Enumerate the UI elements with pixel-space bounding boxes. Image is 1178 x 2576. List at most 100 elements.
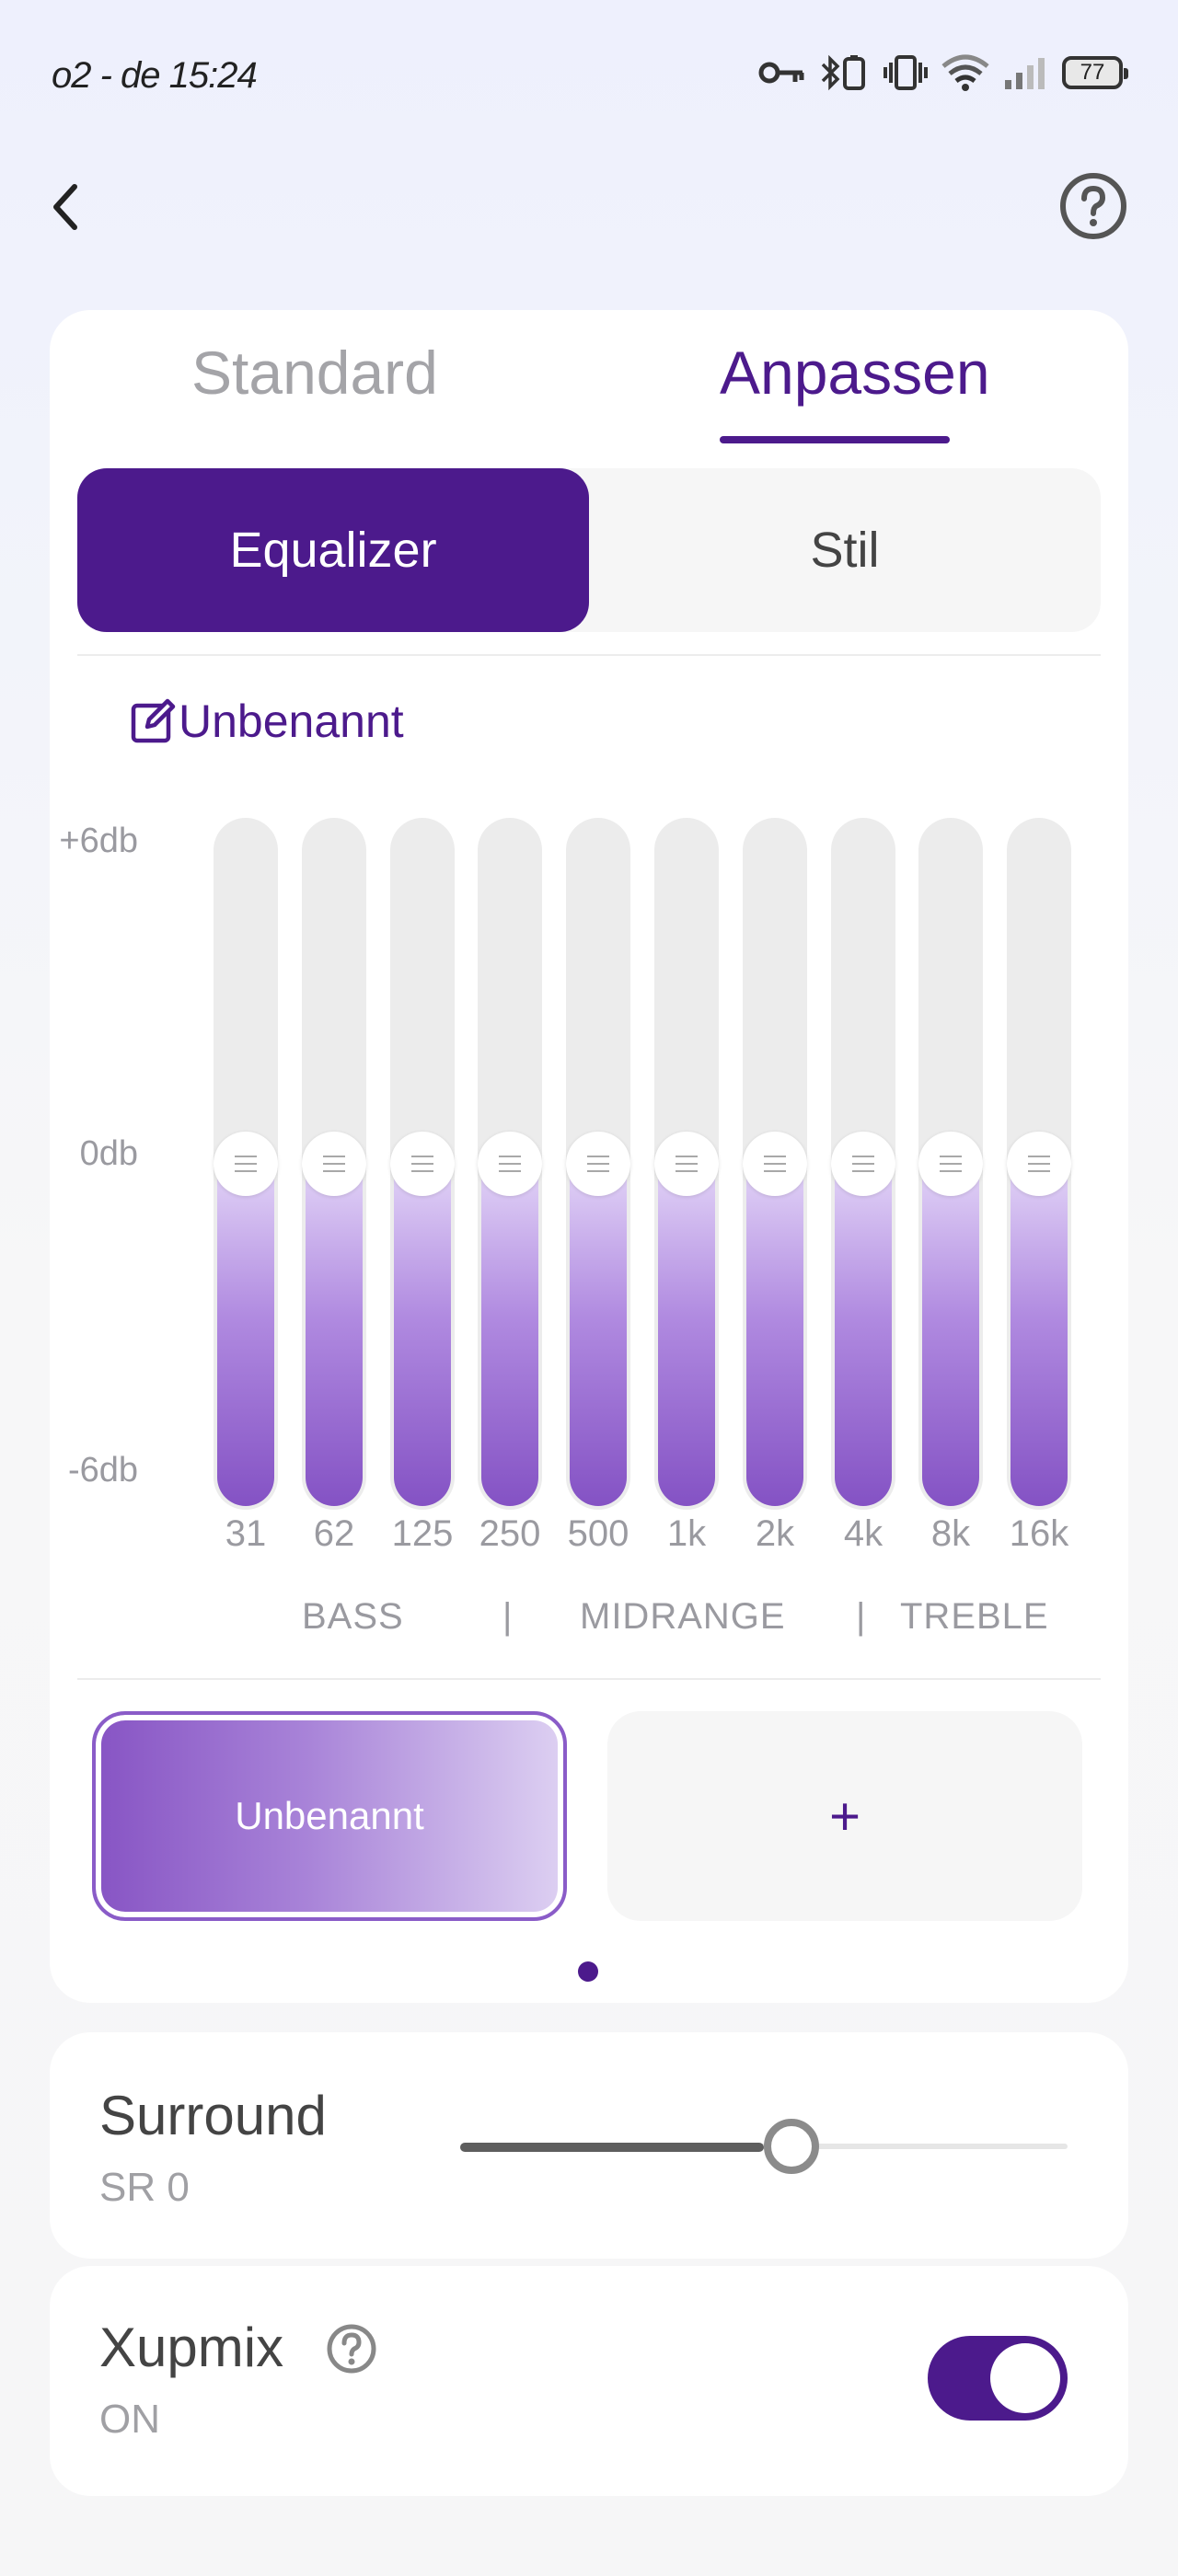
xupmix-title: Xupmix <box>99 2317 284 2378</box>
battery-icon: 77 <box>1062 56 1128 89</box>
range-treble: TREBLE <box>900 1596 1049 1637</box>
back-button[interactable] <box>37 175 92 239</box>
eq-band-fill <box>658 1164 715 1506</box>
divider <box>77 654 1101 656</box>
grip-line <box>676 1170 698 1172</box>
eq-band-handle[interactable] <box>1007 1132 1071 1196</box>
eq-band-fill <box>922 1164 979 1506</box>
eq-band-fill <box>394 1164 451 1506</box>
divider <box>77 1678 1101 1680</box>
mode-segmented-control: Equalizer Stil <box>77 468 1101 632</box>
grip-line <box>764 1170 786 1172</box>
signal-icon <box>1005 58 1045 89</box>
battery-level: 77 <box>1080 60 1105 85</box>
grip-line <box>411 1156 433 1157</box>
surround-value: SR 0 <box>99 2165 190 2210</box>
db-label-min: -6db <box>67 1451 138 1489</box>
eq-band-fill <box>570 1164 627 1506</box>
grip-line <box>587 1163 609 1165</box>
question-circle-icon <box>1060 173 1126 239</box>
preset-tile-active[interactable]: Unbenannt <box>92 1711 567 1921</box>
grip-line <box>499 1170 521 1172</box>
grip-line <box>235 1170 257 1172</box>
grip-line <box>499 1163 521 1165</box>
grip-line <box>1028 1163 1050 1165</box>
grip-line <box>940 1163 962 1165</box>
grip-line <box>764 1163 786 1165</box>
xupmix-toggle[interactable] <box>928 2336 1068 2421</box>
grip-line <box>1028 1170 1050 1172</box>
grip-line <box>852 1170 874 1172</box>
eq-band-fill <box>481 1164 538 1506</box>
eq-band-frequency-label: 4k <box>843 1513 884 1554</box>
edit-icon <box>131 698 176 743</box>
wifi-icon <box>941 54 989 91</box>
status-time: o2 - de 15:24 <box>52 55 258 96</box>
preset-name-edit[interactable]: Unbenannt <box>129 695 404 748</box>
range-midrange: MIDRANGE <box>580 1596 786 1637</box>
eq-band-handle[interactable] <box>831 1132 895 1196</box>
surround-slider-thumb[interactable] <box>764 2119 819 2174</box>
grip-line <box>587 1156 609 1157</box>
tab-anpassen[interactable]: Anpassen <box>720 338 990 408</box>
bluetooth-battery-icon <box>821 54 865 91</box>
status-icons: 77 <box>758 53 1128 92</box>
vpn-key-icon <box>758 62 804 84</box>
eq-band-frequency-label: 1k <box>666 1513 707 1554</box>
grip-line <box>1028 1156 1050 1157</box>
grip-line <box>323 1156 345 1157</box>
surround-slider-fill <box>460 2143 764 2152</box>
add-preset-button[interactable]: + <box>607 1711 1082 1921</box>
grip-line <box>852 1156 874 1157</box>
eq-band-handle[interactable] <box>743 1132 807 1196</box>
grip-line <box>411 1170 433 1172</box>
surround-title: Surround <box>99 2085 327 2146</box>
grip-line <box>852 1163 874 1165</box>
grip-line <box>499 1156 521 1157</box>
page-indicator-dot <box>578 1961 598 1982</box>
equalizer-card: Standard Anpassen Equalizer Stil Unbenan… <box>50 310 1128 2003</box>
eq-band-frequency-label: 2k <box>755 1513 795 1554</box>
range-separator: | <box>502 1596 514 1637</box>
db-label-max: +6db <box>59 822 138 860</box>
eq-band-handle[interactable] <box>214 1132 278 1196</box>
grip-line <box>940 1156 962 1157</box>
active-tab-indicator <box>720 436 950 443</box>
chevron-left-icon <box>53 184 77 230</box>
grip-line <box>411 1163 433 1165</box>
eq-band-fill <box>217 1164 274 1506</box>
db-label-mid: 0db <box>79 1134 138 1173</box>
grip-line <box>235 1163 257 1165</box>
help-button[interactable] <box>1058 171 1128 241</box>
grip-line <box>235 1156 257 1157</box>
grip-line <box>940 1170 962 1172</box>
grip-line <box>323 1170 345 1172</box>
tab-standard[interactable]: Standard <box>191 338 438 408</box>
surround-card: Surround SR 0 <box>50 2032 1128 2259</box>
grip-line <box>764 1156 786 1157</box>
xupmix-card: Xupmix ON <box>50 2266 1128 2496</box>
eq-band-handle[interactable] <box>654 1132 719 1196</box>
toggle-knob <box>990 2343 1060 2413</box>
eq-band-handle[interactable] <box>478 1132 542 1196</box>
xupmix-help-icon[interactable] <box>326 2323 377 2375</box>
eq-band-handle[interactable] <box>390 1132 455 1196</box>
eq-band-fill <box>1011 1164 1068 1506</box>
segment-equalizer[interactable]: Equalizer <box>77 468 589 632</box>
grip-line <box>587 1170 609 1172</box>
eq-band-handle[interactable] <box>566 1132 630 1196</box>
segment-stil[interactable]: Stil <box>589 468 1101 632</box>
grip-line <box>323 1163 345 1165</box>
eq-band-frequency-label: 500 <box>567 1513 629 1554</box>
eq-band-handle[interactable] <box>918 1132 983 1196</box>
preset-name: Unbenannt <box>179 696 404 747</box>
eq-band-frequency-label: 8k <box>930 1513 971 1554</box>
eq-band-frequency-label: 250 <box>479 1513 541 1554</box>
grip-line <box>676 1163 698 1165</box>
eq-band-frequency-label: 31 <box>225 1513 267 1554</box>
range-separator: | <box>856 1596 867 1637</box>
eq-band-handle[interactable] <box>302 1132 366 1196</box>
eq-band-frequency-label: 16k <box>1009 1513 1069 1554</box>
xupmix-state: ON <box>99 2397 160 2442</box>
vibrate-icon <box>884 55 928 90</box>
